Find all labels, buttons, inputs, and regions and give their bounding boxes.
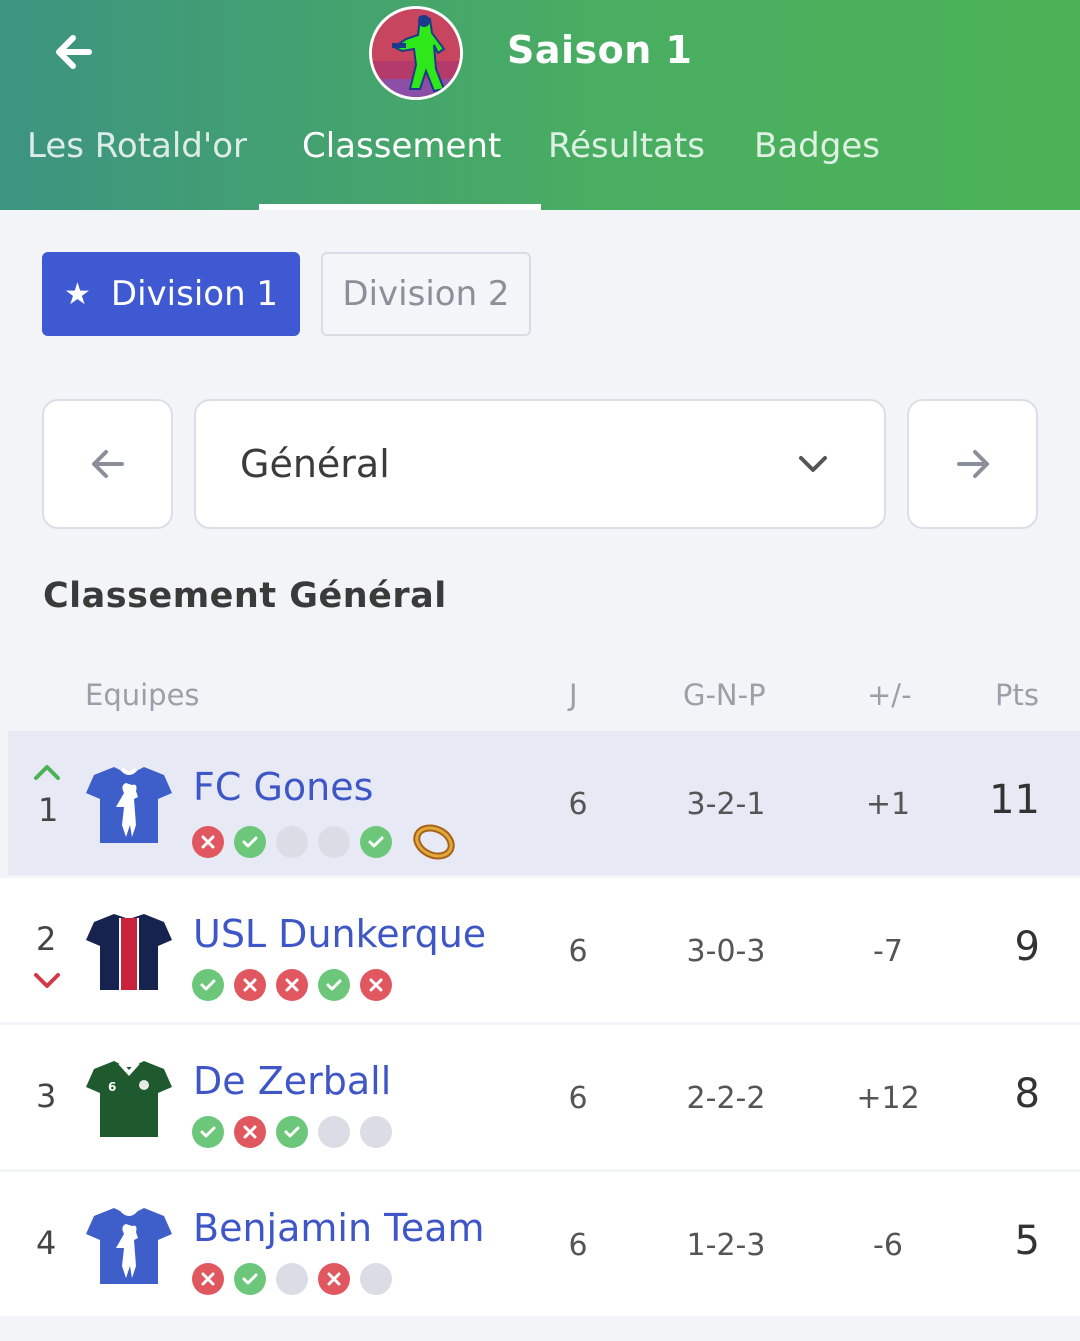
no-match-icon bbox=[276, 826, 308, 858]
games-played: 6 bbox=[568, 1228, 588, 1263]
win-icon bbox=[318, 969, 350, 1001]
win-icon bbox=[192, 1116, 224, 1148]
win-draw-loss: 1-2-3 bbox=[686, 1228, 766, 1263]
arrow-left-icon bbox=[56, 35, 92, 69]
next-button[interactable] bbox=[907, 399, 1038, 529]
rank: 3 bbox=[36, 1077, 57, 1115]
col-header-j: J bbox=[569, 678, 578, 712]
form-indicators bbox=[192, 1263, 402, 1295]
rank: 1 bbox=[38, 791, 59, 829]
division-1-button[interactable]: ★ Division 1 bbox=[42, 252, 300, 336]
goal-difference: -7 bbox=[873, 934, 903, 969]
table-row[interactable]: 1 FC Gones 6 3-2-1 +1 11 bbox=[8, 731, 1080, 875]
col-header-team: Equipes bbox=[85, 678, 200, 712]
no-match-icon bbox=[318, 826, 350, 858]
no-match-icon bbox=[360, 1263, 392, 1295]
points: 5 bbox=[1014, 1218, 1040, 1264]
team-name-link[interactable]: Benjamin Team bbox=[193, 1206, 485, 1250]
team-shirt-icon bbox=[86, 767, 172, 843]
loss-icon bbox=[192, 826, 224, 858]
arrow-left-icon bbox=[91, 450, 124, 478]
team-shirt-icon bbox=[86, 1208, 172, 1284]
points: 11 bbox=[989, 777, 1040, 823]
games-played: 6 bbox=[568, 934, 588, 969]
active-tab-indicator bbox=[259, 204, 541, 210]
table-row[interactable]: 3 6 De Zerball 6 2-2-2 +12 8 bbox=[0, 1025, 1080, 1169]
goal-difference: +12 bbox=[856, 1081, 920, 1116]
page-title: Saison 1 bbox=[507, 28, 693, 72]
trend-up-icon bbox=[34, 765, 60, 780]
win-icon bbox=[360, 826, 392, 858]
team-shirt-icon: 6 bbox=[86, 1061, 172, 1137]
tab-rotaldor[interactable]: Les Rotald'or bbox=[27, 126, 247, 166]
trend-down-icon bbox=[34, 973, 60, 988]
col-header-diff: +/- bbox=[867, 678, 912, 712]
league-avatar bbox=[369, 6, 463, 100]
form-indicators bbox=[192, 822, 456, 862]
section-title: Classement Général bbox=[43, 576, 447, 616]
goal-difference: -6 bbox=[873, 1228, 903, 1263]
tab-classement[interactable]: Classement bbox=[302, 126, 501, 166]
previous-button[interactable] bbox=[42, 399, 173, 529]
win-icon bbox=[192, 969, 224, 1001]
win-icon bbox=[234, 1263, 266, 1295]
no-match-icon bbox=[360, 1116, 392, 1148]
table-row[interactable]: 4 Benjamin Team 6 1-2-3 -6 5 bbox=[0, 1172, 1080, 1316]
win-draw-loss: 3-2-1 bbox=[686, 787, 766, 822]
loss-icon bbox=[276, 969, 308, 1001]
division-1-label: Division 1 bbox=[110, 274, 279, 314]
tab-resultats[interactable]: Résultats bbox=[548, 126, 705, 166]
form-indicators bbox=[192, 969, 402, 1001]
games-played: 6 bbox=[568, 1081, 588, 1116]
loss-icon bbox=[360, 969, 392, 1001]
loss-icon bbox=[318, 1263, 350, 1295]
star-icon: ★ bbox=[64, 276, 91, 312]
table-row[interactable]: 2 USL Dunkerque 6 3-0-3 -7 9 bbox=[0, 878, 1080, 1022]
goal-difference: +1 bbox=[865, 787, 911, 822]
period-select[interactable]: Général bbox=[194, 399, 886, 529]
col-header-gnp: G-N-P bbox=[683, 678, 766, 712]
rank: 2 bbox=[36, 920, 57, 958]
points: 9 bbox=[1014, 924, 1040, 970]
rank: 4 bbox=[36, 1224, 57, 1262]
win-icon bbox=[234, 826, 266, 858]
period-select-value: Général bbox=[240, 442, 390, 486]
back-button[interactable] bbox=[48, 30, 98, 74]
loss-icon bbox=[234, 1116, 266, 1148]
team-shirt-icon bbox=[86, 914, 172, 990]
no-match-icon bbox=[318, 1116, 350, 1148]
app-header: Saison 1 Les Rotald'or Classement Résult… bbox=[0, 0, 1080, 210]
division-2-button[interactable]: Division 2 bbox=[321, 252, 531, 336]
win-draw-loss: 2-2-2 bbox=[686, 1081, 766, 1116]
no-match-icon bbox=[276, 1263, 308, 1295]
games-played: 6 bbox=[568, 787, 588, 822]
tab-badges[interactable]: Badges bbox=[754, 126, 880, 166]
svg-text:6: 6 bbox=[108, 1080, 116, 1094]
arrow-right-icon bbox=[956, 450, 989, 478]
loss-icon bbox=[192, 1263, 224, 1295]
tab-bar: Les Rotald'or Classement Résultats Badge… bbox=[0, 118, 1080, 210]
col-header-pts: Pts bbox=[995, 678, 1039, 712]
win-draw-loss: 3-0-3 bbox=[686, 934, 766, 969]
win-icon bbox=[276, 1116, 308, 1148]
points: 8 bbox=[1014, 1071, 1040, 1117]
loss-icon bbox=[234, 969, 266, 1001]
division-2-label: Division 2 bbox=[342, 274, 510, 314]
team-name-link[interactable]: De Zerball bbox=[193, 1059, 391, 1103]
form-indicators bbox=[192, 1116, 402, 1148]
team-name-link[interactable]: FC Gones bbox=[193, 765, 373, 809]
team-name-link[interactable]: USL Dunkerque bbox=[193, 912, 486, 956]
ring-icon bbox=[413, 824, 455, 860]
chevron-down-icon bbox=[799, 456, 827, 472]
